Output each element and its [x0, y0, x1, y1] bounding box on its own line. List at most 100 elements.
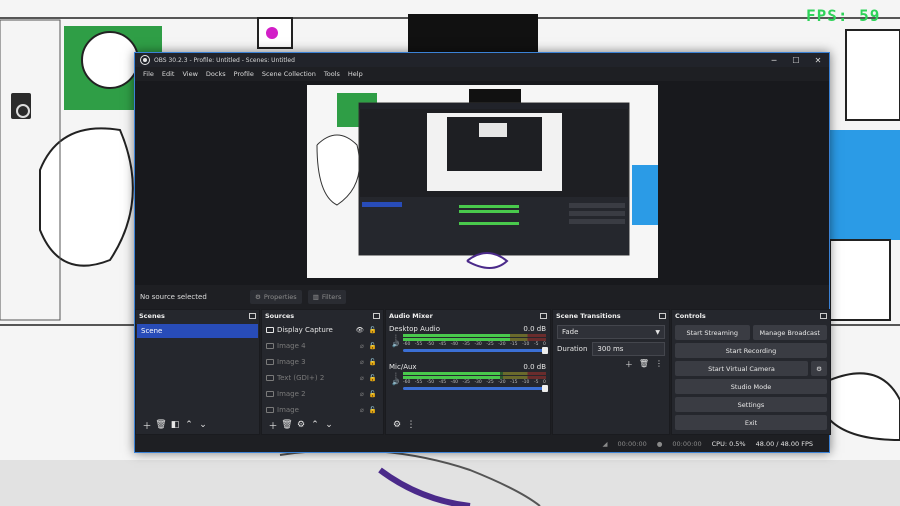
menu-profile[interactable]: Profile: [234, 70, 254, 78]
source-properties-icon[interactable]: ⚙: [294, 418, 308, 432]
remove-transition-icon[interactable]: 🗑: [639, 359, 649, 370]
properties-label: Properties: [263, 292, 297, 301]
move-up-icon[interactable]: ⌃: [182, 418, 196, 432]
lock-icon[interactable]: 🔓: [369, 342, 377, 350]
remove-source-icon[interactable]: 🗑: [280, 418, 294, 432]
volume-slider[interactable]: [403, 385, 548, 392]
gear-icon: ⚙: [255, 292, 261, 301]
move-down-icon[interactable]: ⌄: [322, 418, 336, 432]
menu-help[interactable]: Help: [348, 70, 363, 78]
exit-button[interactable]: Exit: [675, 415, 827, 430]
status-bar: ◢ 00:00:00 ● 00:00:00 CPU: 0.5% 48.00 / …: [135, 435, 829, 452]
lock-icon[interactable]: 🔓: [369, 326, 377, 334]
manage-broadcast-button[interactable]: Manage Broadcast: [752, 325, 827, 340]
properties-button[interactable]: ⚙ Properties: [250, 289, 302, 304]
scenes-title: Scenes: [139, 312, 165, 320]
channel-level: 0.0 dB: [523, 363, 546, 371]
monitor-icon: [266, 327, 274, 333]
level-meter: [403, 338, 546, 341]
move-down-icon[interactable]: ⌄: [196, 418, 210, 432]
preview-canvas[interactable]: [307, 85, 658, 278]
undock-icon[interactable]: [373, 313, 380, 319]
minimize-button[interactable]: ─: [763, 56, 785, 65]
menu-bar: File Edit View Docks Profile Scene Colle…: [135, 67, 829, 81]
kebab-menu-icon[interactable]: ⋮: [404, 418, 418, 432]
add-source-icon[interactable]: ＋: [266, 418, 280, 432]
source-item[interactable]: Image 4 ⌀ 🔓: [262, 338, 383, 354]
lock-icon[interactable]: 🔓: [369, 374, 377, 382]
transition-select[interactable]: Fade ▼: [557, 325, 665, 339]
scene-item[interactable]: Scene: [137, 324, 258, 338]
add-scene-icon[interactable]: ＋: [140, 418, 154, 432]
source-label: Display Capture: [277, 326, 333, 334]
eye-hidden-icon[interactable]: ⌀: [360, 358, 364, 366]
undock-icon[interactable]: [540, 313, 547, 319]
obs-logo-icon: [141, 56, 149, 64]
start-streaming-button[interactable]: Start Streaming: [675, 325, 750, 340]
cpu-usage: CPU: 0.5%: [711, 439, 746, 448]
mixer-header: Audio Mixer: [386, 310, 550, 322]
eye-hidden-icon[interactable]: ⌀: [360, 406, 364, 414]
scene-filters-icon[interactable]: ◧: [168, 418, 182, 432]
eye-hidden-icon[interactable]: ⌀: [360, 342, 364, 350]
speaker-icon[interactable]: 🔊: [392, 379, 399, 386]
menu-file[interactable]: File: [143, 70, 154, 78]
close-button[interactable]: ✕: [807, 56, 829, 65]
mixer-channel: Mic/Aux 0.0 dB ⋮ 🔊 -60 -55 -50 -45 -40 -35: [386, 360, 550, 398]
settings-button[interactable]: Settings: [675, 397, 827, 412]
menu-tools[interactable]: Tools: [324, 70, 340, 78]
menu-scene-collection[interactable]: Scene Collection: [262, 70, 316, 78]
start-recording-button[interactable]: Start Recording: [675, 343, 827, 358]
source-label: Image 4: [277, 342, 306, 350]
obs-window: OBS 30.2.3 - Profile: Untitled - Scenes:…: [134, 52, 831, 453]
lock-icon[interactable]: 🔓: [369, 406, 377, 414]
source-item[interactable]: Text (GDI+) 2 ⌀ 🔓: [262, 370, 383, 386]
lock-icon[interactable]: 🔓: [369, 390, 377, 398]
filter-icon: ▥: [312, 292, 319, 301]
fps-status: 48.00 / 48.00 FPS: [755, 439, 813, 448]
scene-item-label: Scene: [141, 327, 163, 335]
image-icon: [266, 359, 274, 365]
eye-hidden-icon[interactable]: ⌀: [360, 390, 364, 398]
record-time: 00:00:00: [672, 439, 702, 448]
controls-dock: Controls Start Streaming Manage Broadcas…: [671, 309, 831, 435]
sources-header: Sources: [262, 310, 383, 322]
undock-icon[interactable]: [820, 313, 827, 319]
speaker-icon[interactable]: 🔊: [392, 341, 399, 348]
kebab-menu-icon[interactable]: ⋮: [393, 334, 399, 341]
filters-button[interactable]: ▥ Filters: [307, 289, 347, 304]
record-icon: ●: [656, 439, 663, 448]
source-item[interactable]: Image 3 ⌀ 🔓: [262, 354, 383, 370]
volume-slider[interactable]: [403, 347, 548, 354]
move-up-icon[interactable]: ⌃: [308, 418, 322, 432]
undock-icon[interactable]: [659, 313, 666, 319]
undock-icon[interactable]: [249, 313, 256, 319]
menu-docks[interactable]: Docks: [206, 70, 226, 78]
maximize-button[interactable]: ☐: [785, 56, 807, 65]
menu-view[interactable]: View: [182, 70, 197, 78]
menu-edit[interactable]: Edit: [162, 70, 175, 78]
add-transition-icon[interactable]: ＋: [625, 359, 633, 370]
mixer-body: Desktop Audio 0.0 dB ⋮ 🔊 -60-55-50-45: [386, 322, 550, 416]
remove-scene-icon[interactable]: 🗑: [154, 418, 168, 432]
source-toolbar: No source selected ⚙ Properties ▥ Filter…: [135, 286, 829, 307]
no-source-label: No source selected: [140, 292, 207, 301]
source-item[interactable]: Image 2 ⌀ 🔓: [262, 386, 383, 402]
preview-area: [135, 81, 829, 285]
level-meter: [403, 372, 546, 375]
eye-icon[interactable]: 👁: [356, 326, 364, 334]
virtual-camera-settings-icon[interactable]: ⚙: [811, 361, 827, 376]
studio-mode-button[interactable]: Studio Mode: [675, 379, 827, 394]
kebab-menu-icon[interactable]: ⋮: [393, 372, 399, 379]
start-virtual-camera-button[interactable]: Start Virtual Camera: [675, 361, 808, 376]
obs-desktop-icon[interactable]: [11, 93, 31, 119]
mixer-settings-icon[interactable]: ⚙: [390, 418, 404, 432]
duration-spinbox[interactable]: 300 ms: [592, 342, 665, 356]
title-bar[interactable]: OBS 30.2.3 - Profile: Untitled - Scenes:…: [135, 53, 829, 67]
scenes-dock: Scenes Scene ＋ 🗑 ◧ ⌃ ⌄: [135, 309, 260, 435]
kebab-menu-icon[interactable]: ⋮: [655, 359, 663, 370]
source-item[interactable]: Display Capture 👁 🔓: [262, 322, 383, 338]
image-icon: [266, 407, 274, 413]
eye-hidden-icon[interactable]: ⌀: [360, 374, 364, 382]
lock-icon[interactable]: 🔓: [369, 358, 377, 366]
